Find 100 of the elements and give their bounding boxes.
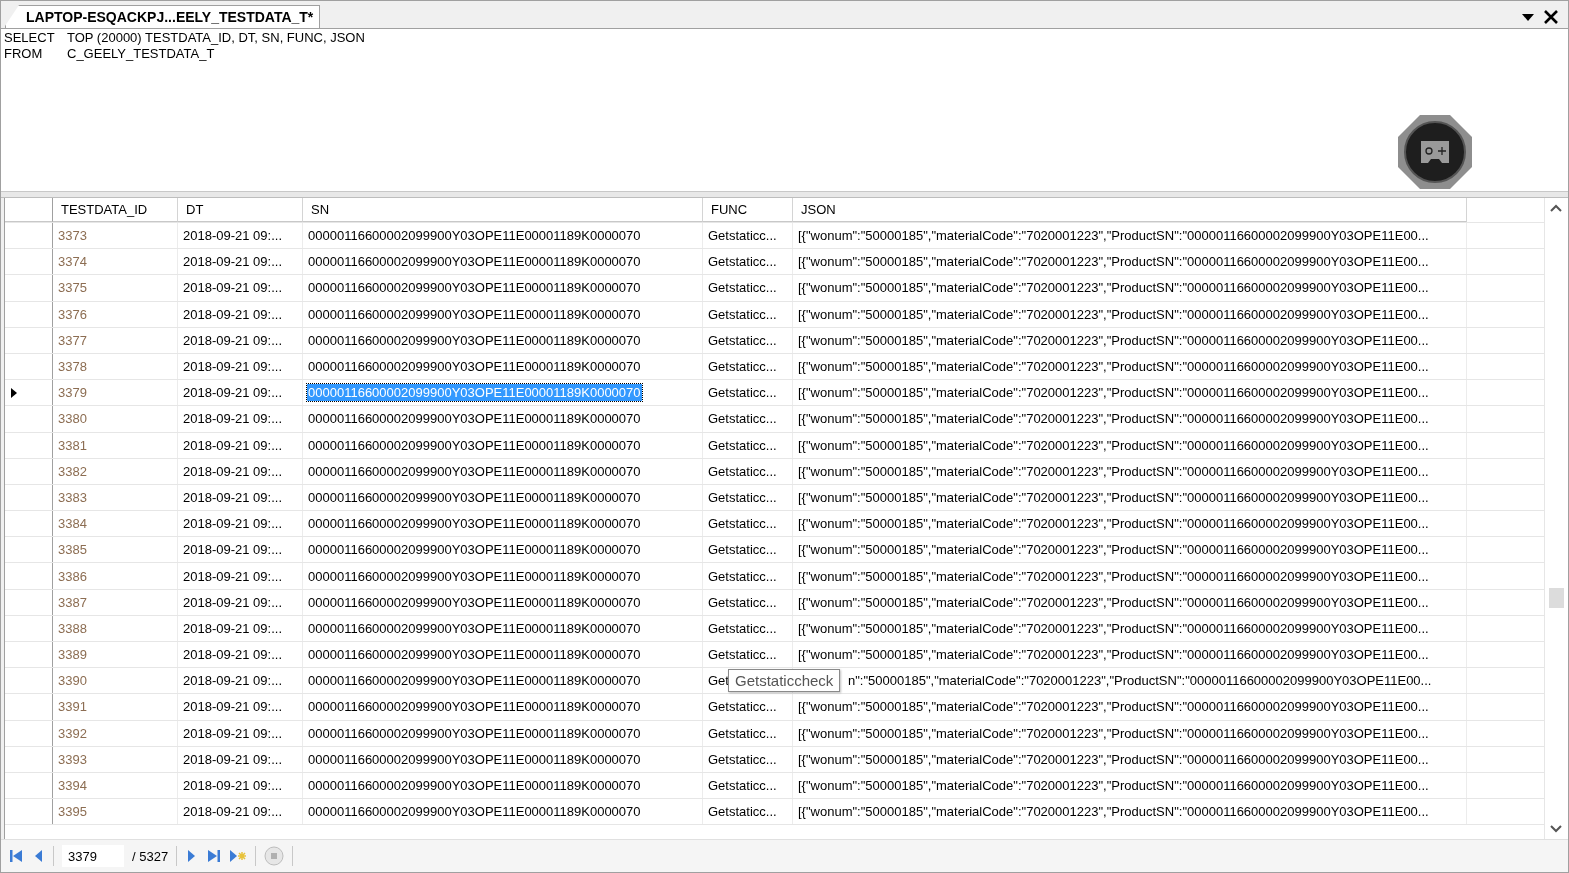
table-cell: 00000116600002099900Y03OPE11E00001189K0000070 [307,724,642,742]
table-cell: 3376 [57,305,88,323]
table-cell: Getstaticc... [707,750,778,768]
column-header[interactable]: JSON [793,198,1467,222]
table-cell: [{"wonum":"50000185","materialCode":"7020001223","ProductSN":"00000116600002099900Y03OPE11E00... [797,436,1430,454]
table-cell: [{"wonum":"50000185","materialCode":"7020001223","ProductSN":"00000116600002099900Y03OPE11E00... [797,279,1430,297]
table-cell: 00000116600002099900Y03OPE11E00001189K0000070 [307,358,642,376]
table-cell: Getstaticc... [707,436,778,454]
sql-text: C_GEELY_TESTDATA_T [67,45,215,61]
column-header[interactable]: SN [303,198,703,222]
table-cell: 3373 [57,227,88,245]
table-cell: Getstaticc... [707,462,778,480]
table-cell: [{"wonum":"50000185","materialCode":"7020001223","ProductSN":"00000116600002099900Y03OPE11E00... [797,777,1430,795]
table-cell: 2018-09-21 09:... [182,410,284,428]
table-cell: Getstaticc... [707,803,778,821]
table-cell: 00000116600002099900Y03OPE11E00001189K0000070 [307,619,642,637]
scroll-down-icon[interactable] [1550,825,1562,833]
table-cell: 00000116600002099900Y03OPE11E00001189K0000070 [307,698,642,716]
table-cell: 2018-09-21 09:... [182,593,284,611]
table-cell: 3389 [57,646,88,664]
close-icon[interactable] [1544,10,1558,24]
table-cell: 2018-09-21 09:... [182,724,284,742]
scroll-thumb[interactable] [1549,588,1564,608]
stop-icon[interactable] [264,846,285,866]
table-cell: 2018-09-21 09:... [182,619,284,637]
table-cell: 3391 [57,698,88,716]
table-cell: 3374 [57,253,88,271]
table-cell: Getstaticc... [707,227,778,245]
table-cell: 2018-09-21 09:... [182,750,284,768]
table-cell: 3375 [57,279,88,297]
table-cell: 2018-09-21 09:... [182,541,284,559]
table-cell: 3380 [57,410,88,428]
table-cell: [{"wonum":"50000185","materialCode":"7020001223","ProductSN":"00000116600002099900Y03OPE11E00... [797,593,1430,611]
table-cell: 00000116600002099900Y03OPE11E00001189K0000070 [307,305,642,323]
table-cell: [{"wonum":"50000185","materialCode":"7020001223","ProductSN":"00000116600002099900Y03OPE11E00... [797,750,1430,768]
table-cell: 2018-09-21 09:... [182,672,284,690]
table-cell: Getstaticc... [707,515,778,533]
table-cell: 00000116600002099900Y03OPE11E00001189K0000070 [307,646,642,664]
table-cell: Getstaticc... [707,331,778,349]
first-record-icon[interactable] [9,849,23,863]
table-cell: Get [707,672,730,690]
table-cell: Getstaticc... [707,384,778,402]
table-cell: Getstaticc... [707,646,778,664]
scroll-up-icon[interactable] [1550,204,1562,212]
table-cell: 2018-09-21 09:... [182,698,284,716]
table-cell: 3383 [57,488,88,506]
table-cell: Getstaticc... [707,358,778,376]
table-cell: Getstaticc... [707,253,778,271]
table-cell: [{"wonum":"50000185","materialCode":"7020001223","ProductSN":"00000116600002099900Y03OPE11E00... [797,698,1430,716]
table-cell: 00000116600002099900Y03OPE11E00001189K0000070 [307,436,642,454]
table-cell: 3377 [57,331,88,349]
sql-text: TOP (20000) TESTDATA_ID, DT, SN, FUNC, JSON [67,29,365,45]
last-record-icon[interactable] [207,849,222,863]
query-editor[interactable]: SELECT TOP (20000) TESTDATA_ID, DT, SN, FUNC, JSON FROM C_GEELY_TESTDATA_T [1,29,1568,192]
table-cell: 3386 [57,567,88,585]
table-cell: 2018-09-21 09:... [182,253,284,271]
table-cell: [{"wonum":"50000185","materialCode":"7020001223","ProductSN":"00000116600002099900Y03OPE11E00... [797,384,1430,402]
table-cell: 00000116600002099900Y03OPE11E00001189K0000070 [307,515,642,533]
column-header[interactable]: DT [178,198,303,222]
table-cell: 00000116600002099900Y03OPE11E00001189K0000070 [307,803,642,821]
table-cell: 3387 [57,593,88,611]
table-cell: 2018-09-21 09:... [182,331,284,349]
table-cell: 2018-09-21 09:... [182,515,284,533]
table-cell: [{"wonum":"50000185","materialCode":"7020001223","ProductSN":"00000116600002099900Y03OPE11E00... [797,331,1430,349]
column-header[interactable]: TESTDATA_ID [53,198,178,222]
table-cell: 2018-09-21 09:... [182,384,284,402]
table-cell: 2018-09-21 09:... [182,567,284,585]
table-cell: 00000116600002099900Y03OPE11E00001189K0000070 [307,593,642,611]
table-cell: [{"wonum":"50000185","materialCode":"7020001223","ProductSN":"00000116600002099900Y03OPE11E00... [797,410,1430,428]
document-tab[interactable]: LAPTOP-ESQACKPJ...EELY_TESTDATA_T* [5,5,321,28]
table-cell: Getstaticc... [707,593,778,611]
table-cell: [{"wonum":"50000185","materialCode":"7020001223","ProductSN":"00000116600002099900Y03OPE11E00... [797,462,1430,480]
table-cell: 3381 [57,436,88,454]
table-cell: 3388 [57,619,88,637]
table-cell: 2018-09-21 09:... [182,488,284,506]
table-cell: 2018-09-21 09:... [182,646,284,664]
tooltip: Getstaticcheck [728,669,841,693]
dropdown-icon[interactable] [1522,13,1534,21]
table-cell: 2018-09-21 09:... [182,462,284,480]
record-position-field[interactable]: 3379 [62,845,124,867]
sql-keyword: FROM [4,45,44,61]
table-cell: 00000116600002099900Y03OPE11E00001189K0000070 [307,279,642,297]
table-cell: [{"wonum":"50000185","materialCode":"7020001223","ProductSN":"00000116600002099900Y03OPE11E00... [797,541,1430,559]
table-cell: 00000116600002099900Y03OPE11E00001189K0000070 [307,331,642,349]
table-cell: [{"wonum":"50000185","materialCode":"7020001223","ProductSN":"00000116600002099900Y03OPE11E00... [797,619,1430,637]
table-cell: 3390 [57,672,88,690]
table-cell: 00000116600002099900Y03OPE11E00001189K0000070 [307,672,642,690]
table-cell: 3382 [57,462,88,480]
table-cell: Getstaticc... [707,777,778,795]
new-record-icon[interactable] [229,849,248,863]
table-cell: 3384 [57,515,88,533]
table-cell: [{"wonum":"50000185","materialCode":"7020001223","ProductSN":"00000116600002099900Y03OPE11E00... [797,253,1430,271]
table-cell: 00000116600002099900Y03OPE11E00001189K0000070 [307,462,642,480]
table-cell: Getstaticc... [707,698,778,716]
table-cell: [{"wonum":"50000185","materialCode":"7020001223","ProductSN":"00000116600002099900Y03OPE11E00... [797,515,1430,533]
table-cell: 00000116600002099900Y03OPE11E00001189K0000070 [307,750,642,768]
gamepad-icon[interactable] [1396,113,1474,191]
column-header[interactable]: FUNC [703,198,793,222]
table-cell: 2018-09-21 09:... [182,279,284,297]
table-cell: 3392 [57,724,88,742]
